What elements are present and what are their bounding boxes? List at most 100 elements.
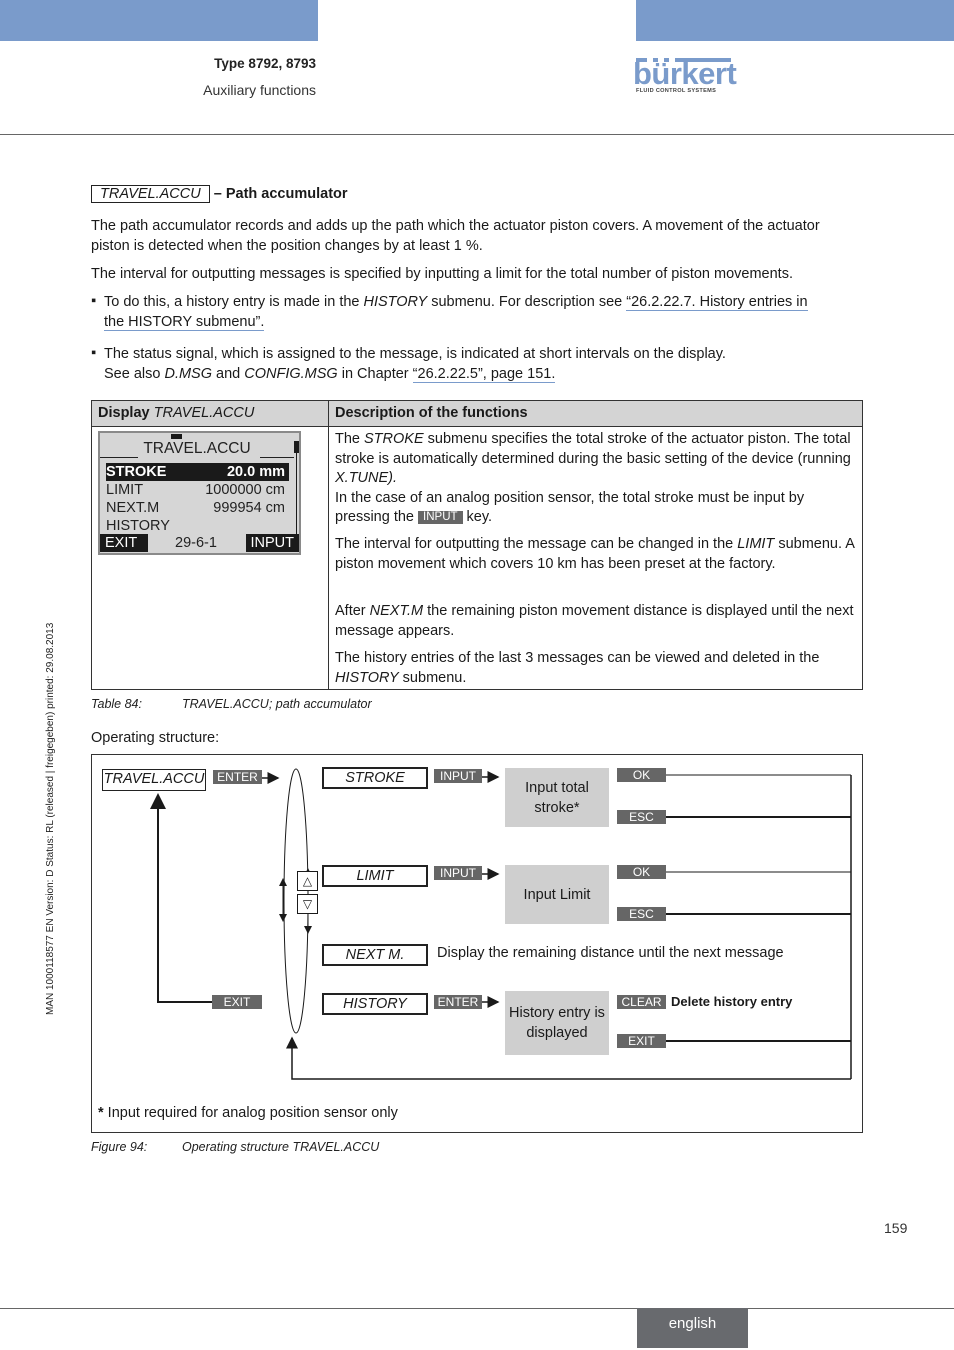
document-type: Type 8792, 8793 (214, 56, 316, 71)
key-esc: ESC (617, 810, 666, 824)
text: submenu. For description see (427, 294, 627, 310)
brand-name: bürkert (633, 56, 737, 91)
text: The history entries of the last 3 messag… (335, 650, 820, 666)
key-input: INPUT (434, 866, 482, 880)
key-ok: OK (617, 865, 666, 879)
caption-text: Operating structure TRAVEL.ACCU (182, 1140, 380, 1154)
lcd-row-label: LIMIT (106, 482, 144, 498)
text: The (335, 431, 365, 447)
text: The status signal, which is assigned to … (104, 346, 726, 362)
text-em: X.TUNE). (335, 470, 398, 486)
desc-stroke: The STROKE submenu specifies the total s… (335, 430, 860, 528)
arrow-up-key-icon: △ (297, 871, 318, 891)
text: in Chapter (337, 365, 413, 382)
lcd-menu-code: 29-6-1 (175, 535, 217, 551)
caption-text: TRAVEL.ACCU; path accumulator (182, 697, 372, 711)
text-em: HISTORY (363, 294, 428, 310)
lcd-row-history: HISTORY (106, 517, 289, 535)
link-chapter-26-2-22-5[interactable]: “26.2.22.5”, page 151. (412, 365, 556, 383)
delete-history-entry-label: Delete history entry (671, 994, 793, 1009)
lcd-row-value: 20.0 mm (226, 464, 285, 480)
caption-label: Table 84: (91, 697, 142, 711)
desc-limit: The interval for outputting the message … (335, 535, 860, 574)
input-key-badge: INPUT (418, 511, 463, 524)
lcd-scrollbar-track (296, 453, 297, 539)
lcd-title: TRAVEL.ACCU (143, 440, 251, 457)
box-input-limit: Input Limit (505, 865, 609, 924)
desc-history: The history entries of the last 3 messag… (335, 649, 860, 688)
text: key. (462, 509, 493, 525)
table-header-description: Description of the functions (335, 405, 528, 421)
page-number: 159 (884, 1220, 908, 1236)
link-history-entries[interactable]: “26.2.22.7. History entries in (626, 294, 808, 311)
text: Display (98, 405, 154, 421)
document-meta: MAN 1000118577 EN Version: D Status: RL … (45, 622, 56, 1015)
lcd-row-label: NEXT.M (106, 500, 160, 516)
diagram-footnote: * Input required for analog position sen… (98, 1105, 398, 1121)
chapter-title: Auxiliary functions (203, 82, 316, 98)
key-exit: EXIT (617, 1034, 666, 1048)
lcd-scrollbar-thumb (294, 441, 299, 453)
node-next-m: NEXT M. (322, 944, 428, 966)
next-m-description: Display the remaining distance until the… (437, 945, 784, 961)
bullet-marker: ▪ (91, 293, 97, 309)
lcd-row-stroke: STROKE 20.0 mm (106, 463, 289, 481)
text-em: NEXT.M (369, 603, 424, 619)
table-caption: Table 84: TRAVEL.ACCU; path accumulator (91, 697, 372, 711)
header-band-right (636, 0, 954, 41)
node-limit: LIMIT (322, 865, 428, 887)
text: In the case of an analog position sensor… (335, 489, 805, 526)
lcd-indicator (171, 434, 182, 439)
node-stroke: STROKE (322, 767, 428, 789)
key-ok: OK (617, 768, 666, 782)
brand-tagline: FLUID CONTROL SYSTEMS (636, 88, 717, 94)
section-title: – Path accumulator (213, 186, 348, 202)
footnote-text: Input required for analog position senso… (103, 1105, 398, 1121)
key-input: INPUT (434, 769, 482, 783)
caption-label: Figure 94: (91, 1140, 148, 1154)
box-history-entry: History entry is displayed (505, 991, 609, 1055)
node-travel-accu: TRAVEL.ACCU (102, 769, 206, 791)
lcd-row-next-m: NEXT.M 999954 cm (106, 499, 289, 517)
header-band-left (0, 0, 318, 41)
lcd-row-value: 999954 cm (213, 500, 285, 516)
operating-structure-diagram: △ ▽ TRAVEL.ACCU ENTER EXIT STROKE INPUT … (91, 754, 863, 1133)
lcd-exit-key: EXIT (100, 534, 148, 552)
operating-structure-label: Operating structure: (91, 730, 220, 746)
key-esc: ESC (617, 907, 666, 921)
desc-next-m: After NEXT.M the remaining piston moveme… (335, 602, 860, 641)
text-em: TRAVEL.ACCU (153, 405, 255, 421)
bullet-2: The status signal, which is assigned to … (104, 345, 864, 384)
paragraph-2: The interval for outputting messages is … (91, 266, 793, 282)
lcd-row-label: HISTORY (106, 518, 170, 534)
link-history-entries-cont[interactable]: the HISTORY submenu”. (104, 313, 265, 331)
lcd-input-key: INPUT (245, 534, 299, 552)
text: The interval for outputting the message … (335, 536, 738, 552)
bullet-1: To do this, a history entry is made in t… (104, 293, 864, 332)
lcd-row-limit: LIMIT 1000000 cm (106, 481, 289, 499)
text: submenu. (398, 669, 467, 686)
arrow-down-key-icon: ▽ (297, 894, 318, 914)
lcd-row-label: STROKE (106, 464, 167, 480)
text-em: D.MSG (164, 365, 212, 382)
box-input-total-stroke: Input total stroke* (505, 768, 609, 827)
text: After (335, 603, 370, 619)
text: To do this, a history entry is made in t… (104, 294, 364, 310)
language-tab: english (637, 1308, 748, 1348)
figure-caption: Figure 94: Operating structure TRAVEL.AC… (91, 1140, 379, 1154)
table-column-divider (328, 401, 329, 689)
text-em: LIMIT (737, 536, 775, 552)
key-exit: EXIT (212, 995, 262, 1009)
table-header-display: Display TRAVEL.ACCU (98, 405, 254, 421)
header-divider (0, 134, 954, 135)
exit-arrow (150, 793, 212, 1003)
lcd-display: TRAVEL.ACCU STROKE 20.0 mm LIMIT 1000000 c… (98, 431, 301, 555)
key-enter: ENTER (434, 995, 482, 1009)
lcd-row-value: 1000000 cm (205, 482, 285, 498)
menu-label: TRAVEL.ACCU (91, 185, 210, 203)
key-clear: CLEAR (617, 995, 666, 1009)
section-heading: TRAVEL.ACCU – Path accumulator (91, 185, 348, 205)
text: See also (104, 365, 165, 382)
bullet-marker: ▪ (91, 345, 97, 361)
node-history: HISTORY (322, 993, 428, 1015)
